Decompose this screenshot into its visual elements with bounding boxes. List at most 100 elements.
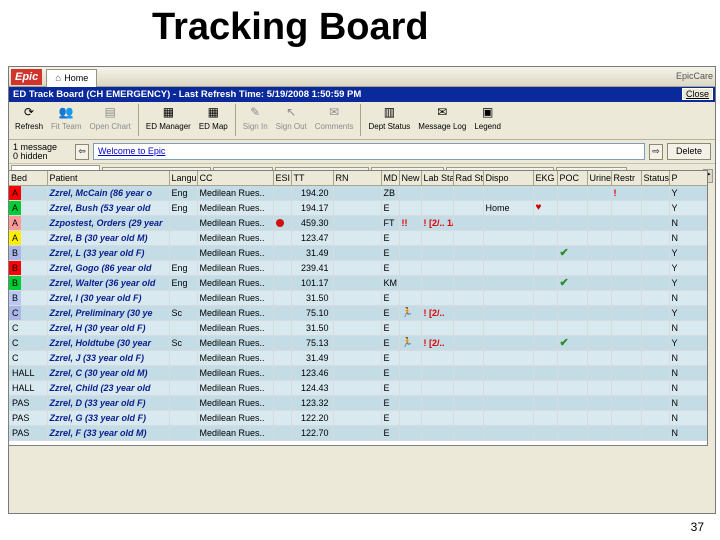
md: E	[381, 425, 400, 441]
refresh-button[interactable]: ⟳ Refresh	[11, 104, 47, 131]
rn	[333, 425, 382, 441]
bed-label: A	[12, 202, 19, 213]
ekg-cell	[533, 290, 558, 306]
column-header-rn[interactable]: RN	[333, 171, 382, 186]
rn	[333, 305, 382, 321]
bed-cell: A	[9, 185, 48, 201]
column-header-langu[interactable]: Langu	[169, 171, 198, 186]
md: E	[381, 335, 400, 351]
p-cell: N	[669, 320, 707, 336]
dispo: Home	[483, 200, 534, 216]
close-button[interactable]: Close	[681, 88, 713, 100]
status	[641, 350, 670, 366]
ed-manager-button[interactable]: ▦ ED Manager	[142, 104, 195, 131]
check-icon: ✔	[559, 247, 569, 259]
column-header-new[interactable]: New	[399, 171, 422, 186]
open-chart-button[interactable]: ▤ Open Chart	[86, 104, 135, 131]
urine	[587, 215, 612, 231]
app-brand: EpicCare	[675, 71, 713, 81]
table-row[interactable]: B Zzrel, Gogo (86 year old Eng Medilean Rue…	[9, 260, 707, 276]
new-cell	[399, 290, 422, 306]
column-header-p[interactable]: P	[669, 171, 707, 186]
epic-logo: Epic	[11, 68, 43, 85]
column-header-restr[interactable]: Restr	[611, 171, 642, 186]
fit-team-button[interactable]: 👥 Fit Team	[47, 104, 86, 131]
ed-map-button[interactable]: ▦ ED Map	[195, 104, 232, 131]
poc-cell	[557, 185, 588, 201]
table-row[interactable]: B Zzrel, Walter (36 year old Eng Medilean R…	[9, 275, 707, 291]
rad-status	[453, 425, 484, 441]
column-header-lab-stat[interactable]: Lab Stat	[421, 171, 454, 186]
table-row[interactable]: HALL Zzrel, Child (23 year old Medilean Ru…	[9, 380, 707, 396]
table-row[interactable]: C Zzrel, Holdtube (30 year Sc Medilean Rues…	[9, 335, 707, 351]
legend-button[interactable]: ▣ Legend	[470, 104, 505, 131]
table-row[interactable]: A Zzrel, McCain (86 year o Eng Medilean Rue…	[9, 185, 707, 201]
lab-status	[421, 380, 454, 396]
table-row[interactable]: C Zzrel, J (33 year old F) Medilean Rues..…	[9, 350, 707, 366]
column-header-dispo[interactable]: Dispo	[483, 171, 534, 186]
dept-status-button[interactable]: ▥ Dept Status	[364, 104, 414, 131]
column-header-esi[interactable]: ESI	[273, 171, 292, 186]
column-header-cc[interactable]: CC	[197, 171, 274, 186]
column-header-md[interactable]: MD	[381, 171, 400, 186]
column-header-patient[interactable]: Patient	[47, 171, 170, 186]
bed-label: HALL	[12, 367, 35, 378]
table-row[interactable]: C Zzrel, H (30 year old F) Medilean Rues..…	[9, 320, 707, 336]
table-row[interactable]: A Zzpostest, Orders (29 year Medilean Rues…	[9, 215, 707, 231]
new-cell	[399, 410, 422, 426]
table-row[interactable]: A Zzrel, Bush (53 year old Eng Medilean Rue…	[9, 200, 707, 216]
language: Sc	[169, 305, 198, 321]
new-cell	[399, 365, 422, 381]
column-header-bed[interactable]: Bed	[9, 171, 48, 186]
column-header-ekg[interactable]: EKG	[533, 171, 558, 186]
table-row[interactable]: HALL Zzrel, C (30 year old M) Medilean Rue…	[9, 365, 707, 381]
esi-cell	[273, 365, 292, 381]
column-header-tt[interactable]: TT	[291, 171, 334, 186]
delete-message-button[interactable]: Delete	[666, 143, 711, 160]
ekg-cell	[533, 230, 558, 246]
status	[641, 380, 670, 396]
table-row[interactable]: PAS Zzrel, G (33 year old F) Medilean Rues…	[9, 410, 707, 426]
esi-cell	[273, 395, 292, 411]
home-tab[interactable]: ⌂ Home	[46, 68, 98, 87]
rn	[333, 215, 382, 231]
table-row[interactable]: PAS Zzrel, D (33 year old F) Medilean Rues…	[9, 395, 707, 411]
sign-in-button[interactable]: ✎ Sign In	[239, 104, 272, 131]
column-header-rad-sta[interactable]: Rad Sta	[453, 171, 484, 186]
urine	[587, 395, 612, 411]
urine	[587, 230, 612, 246]
column-header-poc[interactable]: POC	[557, 171, 588, 186]
column-header-urine[interactable]: Urine	[587, 171, 612, 186]
table-row[interactable]: PAS Zzrel, F (33 year old M) Medilean Rues…	[9, 425, 707, 441]
column-header-status[interactable]: Status	[641, 171, 670, 186]
urine	[587, 365, 612, 381]
lab-status	[421, 200, 454, 216]
previous-message-button[interactable]: ⇦	[75, 143, 89, 160]
chief-complaint: Medilean Rues..	[197, 260, 274, 276]
language	[169, 380, 198, 396]
dispo	[483, 350, 534, 366]
esi-cell	[273, 260, 292, 276]
urine	[587, 260, 612, 276]
bed-cell: B	[9, 275, 48, 291]
home-tab-label: Home	[64, 73, 89, 83]
comments-button[interactable]: ✉ Comments	[311, 104, 358, 131]
message-text[interactable]: Welcome to Epic	[93, 143, 645, 160]
message-log-button[interactable]: ✉ Message Log	[414, 104, 470, 131]
rad-status	[453, 335, 484, 351]
time-in-dept: 122.20	[291, 410, 334, 426]
md: E	[381, 230, 400, 246]
bed-label: C	[12, 352, 19, 363]
sign-in-icon: ✎	[250, 105, 261, 119]
table-row[interactable]: C Zzrel, Preliminary (30 ye Sc Medilean Rue…	[9, 305, 707, 321]
sign-out-button[interactable]: ↖ Sign Out	[272, 104, 311, 131]
p-cell: Y	[669, 200, 707, 216]
next-message-button[interactable]: ⇨	[648, 143, 663, 160]
table-row[interactable]: B Zzrel, L (33 year old F) Medilean Rues..…	[9, 245, 707, 261]
table-row[interactable]: A Zzrel, B (30 year old M) Medilean Rues..…	[9, 230, 707, 246]
toolbar-label: ED Map	[198, 122, 228, 131]
rn	[333, 185, 382, 201]
table-row[interactable]: B Zzrel, I (30 year old F) Medilean Rues..…	[9, 290, 707, 306]
p-cell: N	[669, 290, 707, 306]
restraints	[611, 245, 642, 261]
